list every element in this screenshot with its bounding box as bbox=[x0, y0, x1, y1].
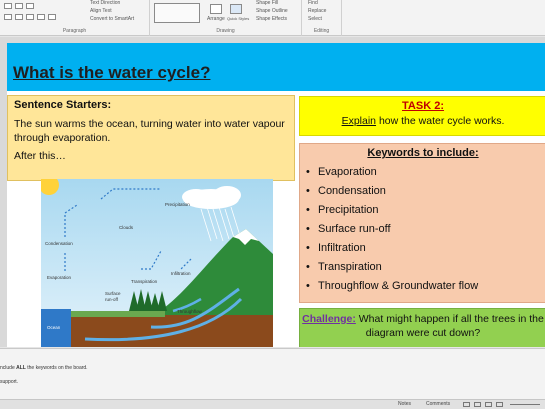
find-button[interactable]: Find bbox=[308, 0, 318, 6]
challenge-label: Challenge: bbox=[302, 313, 356, 325]
title-banner: What is the water cycle? bbox=[7, 43, 545, 91]
editing-group-label: Editing bbox=[313, 28, 330, 34]
notes-pane[interactable]: nclude ALL the keywords on the board. su… bbox=[0, 348, 545, 399]
bullets-icon[interactable] bbox=[4, 3, 12, 9]
task-rest: how the water cycle works. bbox=[376, 115, 505, 127]
challenge-box[interactable]: Challenge: What might happen if all the … bbox=[299, 308, 545, 347]
label-runoff: run-off bbox=[105, 297, 119, 302]
slideshow-icon[interactable] bbox=[496, 402, 503, 407]
zoom-slider[interactable] bbox=[510, 404, 540, 405]
task-text: Explain how the water cycle works. bbox=[300, 115, 545, 127]
shapes-gallery-icon[interactable] bbox=[154, 3, 200, 23]
keyword-item: Evaporation bbox=[306, 163, 540, 182]
keyword-item: Throughflow & Groundwater flow bbox=[306, 277, 540, 296]
task-heading: TASK 2: bbox=[402, 100, 444, 112]
keyword-item: Transpiration bbox=[306, 258, 540, 277]
grass bbox=[65, 311, 165, 317]
label-surface: Surface bbox=[105, 291, 121, 296]
water-cycle-diagram[interactable]: Precipitation Clouds Condensation Evapor… bbox=[41, 179, 273, 347]
arrange-icon[interactable] bbox=[210, 4, 222, 14]
justify-icon[interactable] bbox=[37, 14, 45, 20]
status-bar: Notes Comments bbox=[0, 399, 545, 409]
align-left-icon[interactable] bbox=[4, 14, 12, 20]
label-condensation: Condensation bbox=[45, 241, 73, 246]
align-right-icon[interactable] bbox=[26, 14, 34, 20]
sentence-starters-text: The sun warms the ocean, turning water i… bbox=[14, 118, 285, 144]
task-box[interactable]: TASK 2: Explain how the water cycle work… bbox=[299, 96, 545, 136]
quick-styles-button[interactable]: Quick Styles bbox=[227, 16, 249, 21]
label-throughflow: Throughflow bbox=[177, 309, 203, 314]
label-clouds: Clouds bbox=[119, 225, 134, 230]
keyword-item: Infiltration bbox=[306, 239, 540, 258]
label-transpiration: Transpiration bbox=[131, 279, 158, 284]
paragraph-group: Text Direction Align Text Convert to Sma… bbox=[0, 0, 150, 36]
drawing-group-label: Drawing bbox=[216, 28, 235, 34]
notes-line-1: nclude ALL the keywords on the board. bbox=[0, 365, 88, 371]
indent-icon[interactable] bbox=[26, 3, 34, 9]
editing-group: Find Replace Select Editing bbox=[302, 0, 342, 36]
keyword-item: Precipitation bbox=[306, 201, 540, 220]
replace-button[interactable]: Replace bbox=[308, 8, 326, 14]
comments-toggle[interactable]: Comments bbox=[426, 401, 450, 407]
align-center-icon[interactable] bbox=[15, 14, 23, 20]
ground bbox=[41, 315, 273, 347]
select-button[interactable]: Select bbox=[308, 16, 322, 22]
challenge-text: What might happen if all the trees in th… bbox=[355, 313, 544, 339]
smartart-button[interactable]: Convert to SmartArt bbox=[90, 16, 134, 22]
sentence-starters-after: After this… bbox=[14, 150, 66, 162]
align-text-button[interactable]: Align Text bbox=[90, 8, 112, 14]
shape-outline-button[interactable]: Shape Outline bbox=[256, 8, 288, 14]
text-direction-button[interactable]: Text Direction bbox=[90, 0, 120, 6]
sentence-starters-heading: Sentence Starters: bbox=[14, 99, 112, 111]
shape-effects-button[interactable]: Shape Effects bbox=[256, 16, 287, 22]
keywords-box[interactable]: Keywords to include: Evaporation Condens… bbox=[299, 143, 545, 303]
label-ocean: Ocean bbox=[47, 325, 61, 330]
notes-line-1-bold: ALL bbox=[16, 365, 26, 371]
label-evaporation: Evaporation bbox=[47, 275, 72, 280]
ribbon: Text Direction Align Text Convert to Sma… bbox=[0, 0, 545, 36]
reading-view-icon[interactable] bbox=[485, 402, 492, 407]
label-infiltration: Infiltration bbox=[171, 271, 191, 276]
quick-styles-icon[interactable] bbox=[230, 4, 242, 14]
slide-title[interactable]: What is the water cycle? bbox=[13, 63, 210, 83]
normal-view-icon[interactable] bbox=[463, 402, 470, 407]
notes-line-2: support. bbox=[0, 379, 19, 385]
keywords-list: Evaporation Condensation Precipitation S… bbox=[306, 163, 540, 296]
columns-icon[interactable] bbox=[48, 14, 56, 20]
numbering-icon[interactable] bbox=[15, 3, 23, 9]
label-precipitation: Precipitation bbox=[165, 202, 190, 207]
arrange-button[interactable]: Arrange bbox=[207, 16, 225, 22]
slide-editing-area: What is the water cycle? Sentence Starte… bbox=[0, 37, 545, 347]
shape-fill-button[interactable]: Shape Fill bbox=[256, 0, 278, 6]
notes-line-1-post: the keywords on the board. bbox=[25, 365, 88, 371]
notes-line-1-pre: nclude bbox=[0, 365, 17, 371]
keyword-item: Surface run-off bbox=[306, 220, 540, 239]
keywords-heading: Keywords to include: bbox=[367, 147, 479, 159]
task-verb: Explain bbox=[341, 115, 377, 127]
paragraph-group-label: Paragraph bbox=[62, 28, 87, 34]
drawing-group: Arrange Quick Styles Shape Fill Shape Ou… bbox=[150, 0, 302, 36]
slide[interactable]: What is the water cycle? Sentence Starte… bbox=[7, 43, 545, 347]
keyword-item: Condensation bbox=[306, 182, 540, 201]
slide-sorter-icon[interactable] bbox=[474, 402, 481, 407]
sentence-starters-box[interactable]: Sentence Starters: The sun warms the oce… bbox=[7, 95, 295, 181]
notes-toggle[interactable]: Notes bbox=[398, 401, 411, 407]
